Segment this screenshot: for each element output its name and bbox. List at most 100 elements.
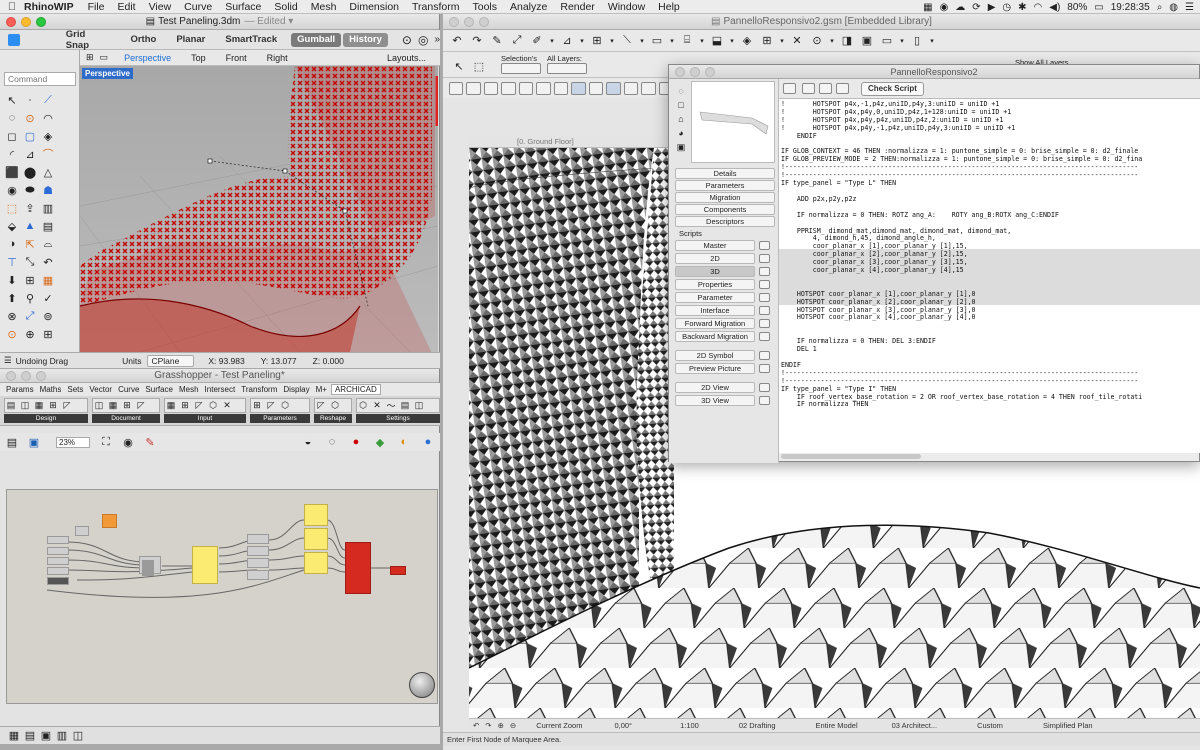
sphere-tool-icon[interactable]: ⬤ [22, 164, 38, 180]
gh-design-component-icon[interactable]: ▤ [5, 399, 17, 411]
explode-tool-icon[interactable]: ⌓ [40, 236, 56, 252]
history-button[interactable]: History [343, 32, 388, 47]
ac-toolbar-icon[interactable]: ⤢ [509, 33, 525, 49]
gh-shaded-icon[interactable]: ◆ [372, 434, 388, 450]
gh-reshape-component-icon[interactable]: ⬡ [329, 399, 341, 411]
cylinder-tool-icon[interactable]: ⬬ [22, 182, 38, 198]
gh-tab-mesh[interactable]: Mesh [179, 385, 199, 394]
revolve-tool-icon[interactable]: ◉ [4, 182, 20, 198]
script-backward-migration[interactable]: Backward Migration [675, 331, 755, 342]
tray-app-icon[interactable]: ◉ [940, 2, 949, 13]
plan-value[interactable]: Simplified Plan [1043, 721, 1093, 730]
rectangle-tool-icon[interactable]: ◻ [4, 128, 20, 144]
user-icon[interactable]: ◍ [1169, 2, 1178, 13]
layout-tool-icon[interactable]: ⊞ [40, 326, 56, 342]
custom-value[interactable]: Custom [977, 721, 1003, 730]
gh-document-component-icon[interactable]: ▦ [107, 399, 119, 411]
ac-toolbar-icon[interactable]: ✕ [789, 33, 805, 49]
gh-zoom-button[interactable] [36, 371, 46, 381]
editor-section-parameters[interactable]: Parameters [675, 180, 775, 191]
grid-snap-button[interactable]: Grid Snap [60, 29, 117, 51]
gh-parameters-component-icon[interactable]: ⬡ [279, 399, 291, 411]
mirror-tool-icon[interactable]: ⊗ [4, 308, 20, 324]
ac-toolbar-icon[interactable]: ⊞ [759, 33, 775, 49]
gh-open-icon[interactable]: ▤ [4, 434, 20, 450]
script-2d-symbol[interactable]: 2D Symbol [675, 350, 755, 361]
menu-file[interactable]: File [88, 1, 105, 13]
rhino-edited[interactable]: — Edited ▾ [244, 16, 293, 27]
architect-value[interactable]: 03 Architect... [892, 721, 937, 730]
check-tool-icon[interactable]: ⚲ [22, 290, 38, 306]
gdl-zoom-button[interactable] [705, 67, 715, 77]
gh-input-component-icon[interactable]: ⊞ [179, 399, 191, 411]
gh-document-component-icon[interactable]: ⊞ [121, 399, 133, 411]
tray-wifi-icon[interactable]: ◠ [1034, 2, 1043, 13]
gumball-button[interactable]: Gumball [291, 32, 342, 47]
indent-icon[interactable] [802, 83, 815, 94]
ac-toolbar-icon[interactable]: ▾ [829, 33, 835, 49]
menu-solid[interactable]: Solid [274, 1, 297, 13]
ac-toolbar-icon[interactable]: ⟍ [619, 33, 635, 49]
zoom-in-icon[interactable]: ⊕ [498, 721, 504, 730]
command-input[interactable] [4, 72, 76, 86]
gh-input-component-icon[interactable]: ◸ [193, 399, 205, 411]
polyline-tool-icon[interactable]: ⟋ [40, 92, 56, 108]
floor-tab[interactable]: [0. Ground Floor] [517, 137, 574, 146]
gh-tab-vector[interactable]: Vector [89, 385, 112, 394]
tray-volume-icon[interactable]: ◀) [1049, 2, 1060, 13]
ac-view-mode-icon[interactable] [501, 81, 516, 95]
gh-yellow-component[interactable] [304, 504, 328, 526]
gdl-image-icon[interactable]: ▣ [673, 139, 689, 155]
gh-yellow-component[interactable] [304, 528, 328, 550]
gh-bottom-grid-icon[interactable]: ▦ [6, 728, 22, 744]
layouts-button[interactable]: Layouts... [387, 53, 426, 63]
script-3d[interactable]: 3D [675, 266, 755, 277]
ac-toolbar-icon[interactable]: ▾ [549, 33, 555, 49]
statusbar-menu-icon[interactable]: ☰ [4, 355, 12, 366]
ac-view-mode-icon[interactable] [606, 81, 621, 95]
gh-input-component-icon[interactable]: ⬡ [207, 399, 219, 411]
ac-view-mode-icon[interactable] [466, 81, 481, 95]
menu-render[interactable]: Render [560, 1, 594, 13]
menu-tools[interactable]: Tools [472, 1, 497, 13]
tab-right[interactable]: Right [267, 53, 288, 63]
record-icon[interactable]: ◎ [418, 33, 428, 47]
ac-toolbar-icon[interactable]: ▭ [649, 33, 665, 49]
more-chevron-icon[interactable]: » [434, 34, 440, 45]
gh-wire-icon[interactable]: ◌ [324, 434, 340, 450]
script-window-icon[interactable] [759, 364, 770, 373]
gdl-scrollbar[interactable] [781, 454, 921, 459]
tab-front[interactable]: Front [226, 53, 247, 63]
selections-dropdown[interactable] [501, 63, 541, 74]
join-tool-icon[interactable]: ⇱ [22, 236, 38, 252]
gdl-minimize-button[interactable] [690, 67, 700, 77]
script-3d-view[interactable]: 3D View [675, 395, 755, 406]
ac-view-mode-icon[interactable] [588, 81, 604, 95]
editor-section-migration[interactable]: Migration [675, 192, 775, 203]
ac-toolbar-icon[interactable]: ◨ [839, 33, 855, 49]
drop-tool-icon[interactable]: ⬇ [4, 272, 20, 288]
layers-dropdown[interactable] [547, 63, 587, 74]
gh-param[interactable] [47, 577, 69, 585]
gh-bottom-list-icon[interactable]: ▤ [22, 728, 38, 744]
ac-toolbar-icon[interactable]: ⬓ [709, 33, 725, 49]
script-window-icon[interactable] [759, 267, 770, 276]
smarttrack-button[interactable]: SmartTrack [219, 33, 283, 47]
script-window-icon[interactable] [759, 293, 770, 302]
notification-icon[interactable]: ☰ [1185, 2, 1194, 13]
single-layout-icon[interactable]: ▭ [100, 52, 109, 63]
tray-cloud-icon[interactable]: ☁ [955, 2, 965, 13]
ac-view-mode-icon[interactable] [536, 81, 551, 95]
gh-sketch-icon[interactable]: ✎ [142, 434, 158, 450]
ac-toolbar-icon[interactable]: ✎ [489, 33, 505, 49]
osnap-tool-icon[interactable]: ⊚ [40, 308, 56, 324]
ac-toolbar-icon[interactable]: ▾ [899, 33, 905, 49]
gh-document-component-icon[interactable]: ◸ [135, 399, 147, 411]
ac-toolbar-icon[interactable]: ▾ [729, 33, 735, 49]
ac-view-mode-icon[interactable] [518, 81, 534, 95]
tray-play-icon[interactable]: ▶ [988, 2, 996, 13]
gh-bottom-panel-icon[interactable]: ▣ [38, 728, 54, 744]
tab-perspective[interactable]: Perspective [124, 53, 171, 63]
gh-close-button[interactable] [6, 371, 16, 381]
grid-layout-icon[interactable]: ⊞ [86, 52, 94, 63]
